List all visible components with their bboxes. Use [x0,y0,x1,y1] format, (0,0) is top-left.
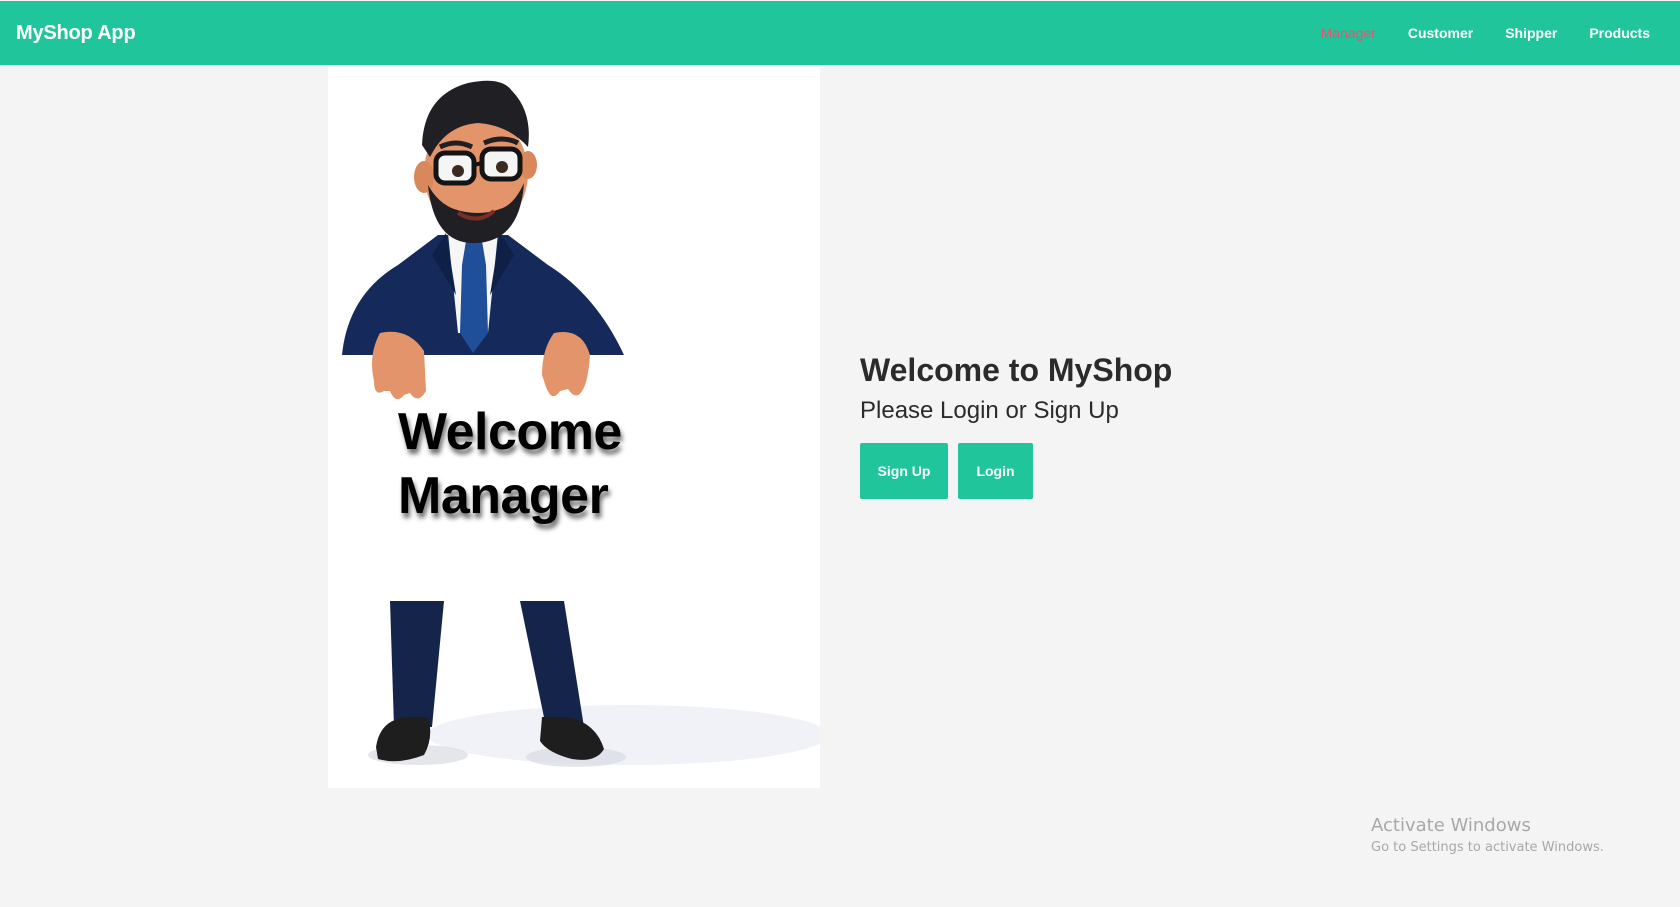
nav-links: Manager Customer Shipper Products [1321,25,1650,41]
welcome-panel: Welcome to MyShop Please Login or Sign U… [860,348,1172,499]
sign-line-welcome: Welcome [398,403,622,461]
nav-link-products[interactable]: Products [1589,25,1650,41]
activate-windows-watermark: Activate Windows Go to Settings to activ… [1371,814,1604,858]
nav-link-customer[interactable]: Customer [1408,25,1473,41]
app-brand[interactable]: MyShop App [16,22,136,45]
sign-text: Welcome Manager [398,400,622,528]
sign-up-button[interactable]: Sign Up [860,443,948,499]
hero-image-card: Welcome Manager [328,65,820,788]
top-navbar: MyShop App Manager Customer Shipper Prod… [0,1,1680,65]
welcome-title: Welcome to MyShop [860,352,1173,388]
sign-line-manager: Manager [398,467,609,525]
watermark-title: Activate Windows [1371,815,1531,836]
welcome-subtitle: Please Login or Sign Up [860,397,1119,424]
nav-link-shipper[interactable]: Shipper [1505,25,1557,41]
auth-button-row: Sign Up Login [860,443,1172,499]
nav-link-manager[interactable]: Manager [1321,25,1376,41]
login-button[interactable]: Login [958,443,1033,499]
watermark-subtitle: Go to Settings to activate Windows. [1371,840,1604,855]
